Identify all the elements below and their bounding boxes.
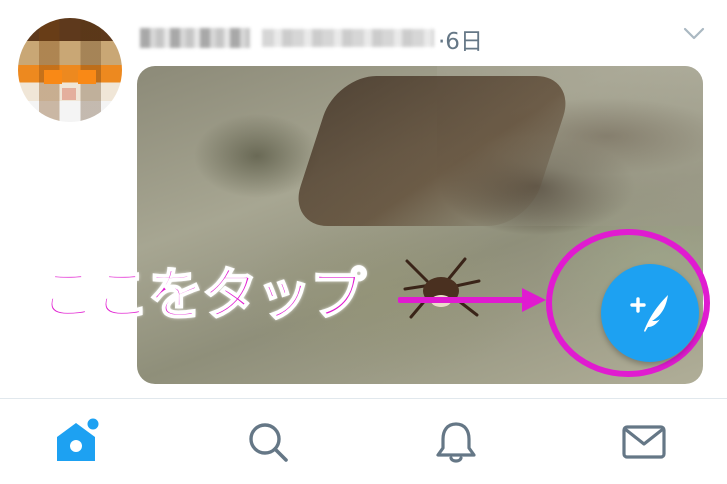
search-icon [249,422,288,462]
tweet-timestamp: ·6日 [438,29,483,55]
username-blurred [262,29,434,47]
bottom-tab-bar [0,398,727,484]
compose-tweet-icon [630,295,668,332]
tab-search[interactable] [218,399,318,484]
callout-label: ここをタップ [39,262,367,329]
home-icon [57,416,101,461]
chevron-down-icon[interactable] [683,26,705,42]
notifications-bell-icon [436,421,476,463]
avatar[interactable] [18,18,122,122]
tweet[interactable]: ·6日 ここをタップ [0,0,727,398]
display-name-blurred[interactable] [140,28,250,48]
tab-notifications[interactable] [406,399,506,484]
compose-tweet-button[interactable] [601,264,699,362]
messages-envelope-icon [622,424,666,459]
tab-home[interactable] [26,399,126,484]
callout-arrow [398,288,546,312]
tab-messages[interactable] [594,399,694,484]
